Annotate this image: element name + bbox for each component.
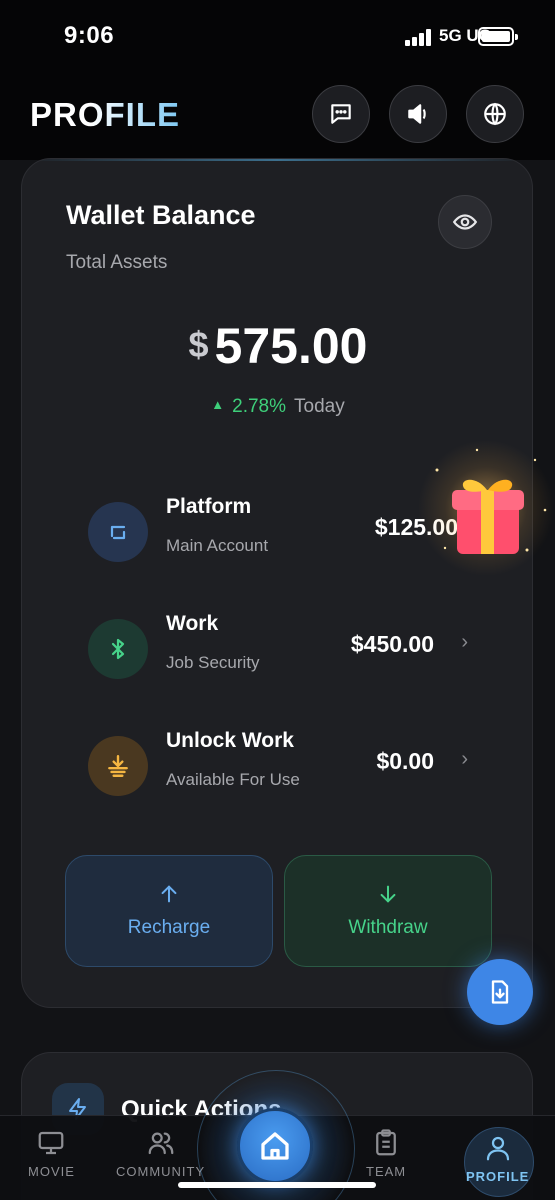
chevron-right-icon: › (461, 631, 468, 653)
balance-amount: 575.00 (214, 318, 368, 374)
language-button[interactable] (466, 85, 524, 143)
gift-promo[interactable] (417, 430, 555, 580)
account-name: Platform (166, 495, 252, 518)
chevron-right-icon: › (461, 748, 468, 770)
daily-change: ▲ 2.78% Today (22, 396, 532, 418)
signal-icon (405, 28, 433, 46)
monitor-icon (39, 1131, 64, 1155)
nav-item-community[interactable]: COMMUNITY (116, 1128, 205, 1179)
app-header: PROFILE (0, 72, 555, 160)
recharge-label: Recharge (127, 917, 211, 938)
account-description: Job Security (166, 653, 260, 672)
account-amount: $0.00 (376, 748, 434, 774)
bluetooth-icon (88, 619, 148, 679)
globe-icon (484, 102, 506, 126)
withdraw-button[interactable]: Withdraw (284, 855, 492, 967)
users-icon (148, 1132, 173, 1155)
arrow-down-icon (380, 885, 396, 903)
account-row-unlock-work[interactable]: Unlock Work Available For Use $0.00 › (88, 729, 468, 796)
chat-icon (331, 104, 351, 124)
balance-display: $575.00 (22, 317, 532, 375)
clipboard-icon (376, 1129, 396, 1156)
wallet-title: Wallet Balance (66, 200, 256, 230)
arrow-up-icon (161, 885, 177, 903)
trend-up-icon: ▲ (211, 397, 225, 412)
home-icon (261, 1132, 289, 1160)
battery-icon (478, 27, 518, 46)
download-tray-icon (88, 736, 148, 796)
wallet-icon (88, 502, 148, 562)
nav-label: PROFILE (466, 1169, 530, 1184)
currency-symbol: $ (188, 324, 209, 365)
wallet-card: Wallet Balance Total Assets $575.00 ▲ 2.7… (21, 158, 533, 1008)
nav-label: TEAM (366, 1164, 407, 1179)
toggle-balance-visibility-button[interactable] (438, 195, 492, 249)
nav-item-profile[interactable]: PROFILE (466, 1133, 529, 1184)
nav-label: COMMUNITY (116, 1164, 206, 1179)
status-bar: 9:06 5G UC (0, 0, 555, 72)
eye-icon (452, 214, 478, 230)
account-row-work[interactable]: Work Job Security $450.00 › (88, 612, 468, 679)
account-description: Main Account (166, 536, 269, 555)
nav-item-movie[interactable]: MOVIE (28, 1128, 75, 1179)
change-percent: 2.78% (232, 396, 287, 417)
recharge-button[interactable]: Recharge (65, 855, 273, 967)
account-description: Available For Use (166, 770, 300, 789)
page-title: PROFILE (30, 96, 181, 133)
status-time: 9:06 (64, 22, 115, 49)
nav-item-team[interactable]: TEAM (366, 1128, 406, 1179)
download-fab-button[interactable] (467, 959, 533, 1025)
user-icon (486, 1136, 509, 1161)
change-label: Today (294, 396, 345, 417)
nav-label: MOVIE (28, 1164, 75, 1179)
account-amount: $450.00 (350, 631, 434, 657)
announcements-button[interactable] (389, 85, 447, 143)
account-name: Work (166, 612, 219, 635)
gift-box-icon (418, 440, 554, 576)
speaker-icon (408, 104, 426, 124)
messages-button[interactable] (312, 85, 370, 143)
account-row-platform[interactable]: Platform Main Account $125.00 (88, 495, 468, 562)
home-indicator (178, 1182, 376, 1188)
account-name: Unlock Work (166, 729, 294, 752)
wallet-subtitle: Total Assets (66, 252, 168, 273)
nav-item-home[interactable] (237, 1108, 313, 1184)
withdraw-label: Withdraw (348, 917, 428, 938)
file-download-icon (491, 980, 509, 1004)
